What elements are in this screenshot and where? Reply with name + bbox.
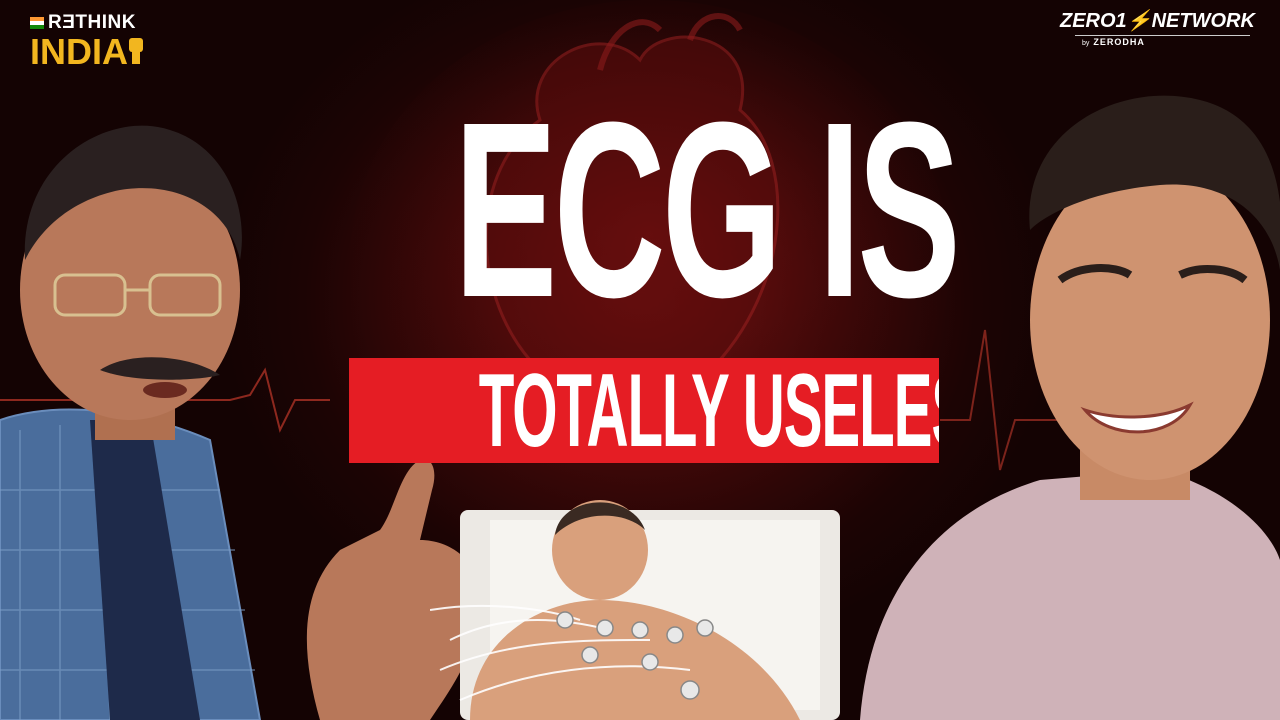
fist-icon <box>129 38 143 64</box>
by-text: by <box>1082 40 1090 47</box>
thumbnail: RƎTHINK INDIA ZERO1⚡NETWORK by ZERODHA EC… <box>0 0 1280 720</box>
subheadline-banner: TOTALLY USELESS? <box>349 358 939 463</box>
patient-ecg-photo <box>430 500 840 720</box>
lightning-bolt-icon: ⚡ <box>1126 10 1152 32</box>
headline: ECG IS <box>454 70 961 349</box>
zero1-network-logo: ZERO1⚡NETWORK by ZERODHA <box>1060 10 1255 50</box>
rethink-india-logo: RƎTHINK INDIA <box>30 12 150 72</box>
subheadline: TOTALLY USELESS? <box>478 358 939 463</box>
zerodha-text: ZERODHA <box>1093 37 1145 47</box>
by-zerodha: by ZERODHA <box>1060 36 1250 50</box>
india-text: INDIA <box>30 31 128 72</box>
zero1-network-title: ZERO1⚡NETWORK <box>1060 10 1255 32</box>
zero1-text: ZERO1 <box>1060 10 1127 32</box>
network-text: NETWORK <box>1151 10 1255 32</box>
